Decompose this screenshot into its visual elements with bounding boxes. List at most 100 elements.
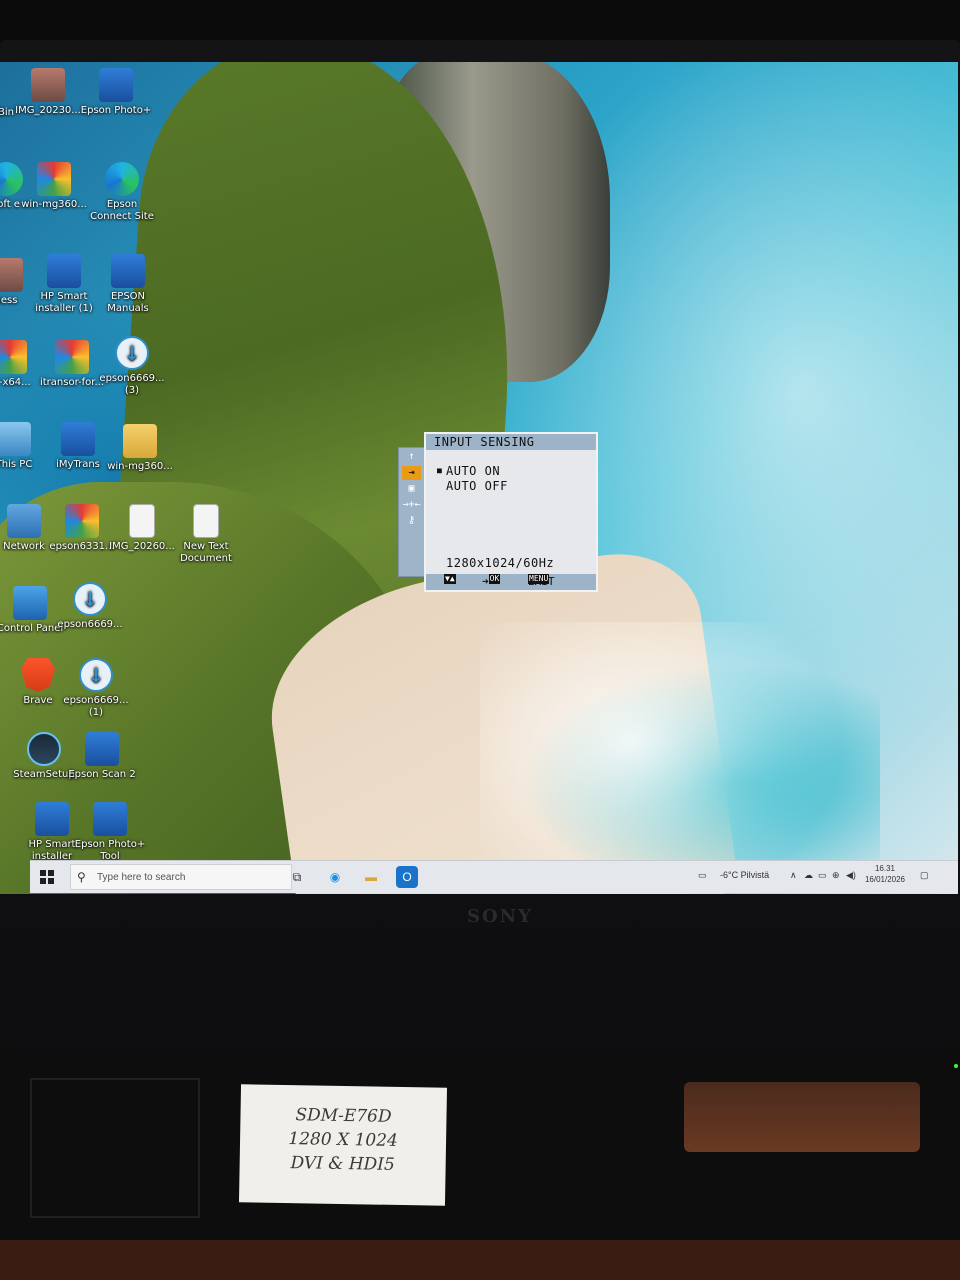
edge-taskbar-icon[interactable]: ◉ <box>324 866 346 888</box>
task-view-icon[interactable]: ⧉ <box>286 866 308 888</box>
manual-icon <box>111 254 145 288</box>
pc-icon <box>0 422 31 456</box>
desktop-icon-label: Brave <box>23 695 53 706</box>
desktop-icon-label: soft e <box>0 199 20 210</box>
desktop-icon-label: win-mg360... <box>21 199 87 210</box>
notification-icon[interactable]: ▢ <box>920 870 929 881</box>
volume-icon[interactable]: ◀) <box>846 870 856 881</box>
monitor-stand <box>30 1078 200 1218</box>
desktop-icon-label: win-mg360... <box>107 461 173 472</box>
app-icon <box>0 258 23 292</box>
brave-icon <box>21 658 55 692</box>
osd-position-icon[interactable]: →+← <box>402 498 421 512</box>
file-explorer-icon[interactable]: ▬ <box>360 866 382 888</box>
desktop-icon-epson6669-1[interactable]: epson6669... (1) <box>60 658 132 719</box>
archive-icon <box>0 340 27 374</box>
desktop-icon-label: Epson Scan 2 <box>68 769 136 780</box>
desktop-icon-img-2026[interactable]: IMG_20260... <box>106 504 178 553</box>
download-icon <box>115 336 149 370</box>
download-icon <box>79 658 113 692</box>
desktop-icon-img-2023[interactable]: IMG_20230... <box>12 68 84 117</box>
osd-ok-key: OK <box>488 574 501 584</box>
desktop-icon-label: ar-x64... <box>0 377 31 388</box>
osd-panel: INPUT SENSING AUTO ON AUTO OFF 1280x1024… <box>424 432 598 592</box>
osd-option-auto-on[interactable]: AUTO ON <box>437 464 500 478</box>
desktop-icon-epson-scan-2[interactable]: Epson Scan 2 <box>66 732 138 781</box>
archive-icon <box>123 424 157 458</box>
desktop-icon-label: Epson Photo+ Tool <box>74 839 146 862</box>
system-tray: ▭ -6°C Pilvistä ∧ ☁ ▭ ⊕ ◀) 16.31 16/01/2… <box>698 861 958 893</box>
desktop-icon-label: Epson Connect Site <box>90 199 154 222</box>
desktop-icon-label: iMyTrans <box>56 459 100 470</box>
onedrive-icon[interactable]: ☁ <box>804 870 813 881</box>
taskbar-clock[interactable]: 16.31 16/01/2026 <box>860 863 910 885</box>
desktop-icon-hp-smart-1[interactable]: HP Smart installer (1) <box>28 254 100 315</box>
desktop-icon-epson-photo-tool[interactable]: Epson Photo+ Tool <box>74 802 146 863</box>
desktop-icon-epson-connect[interactable]: Epson Connect Site <box>86 162 158 223</box>
edge-icon <box>105 162 139 196</box>
network-tray-icon[interactable]: ⊕ <box>832 870 840 881</box>
desktop-icon-epson6669-3[interactable]: epson6669... (3) <box>96 336 168 397</box>
installer-icon <box>65 504 99 538</box>
control-panel-icon <box>13 586 47 620</box>
desktop-icon-label: EPSON Manuals <box>107 291 149 314</box>
scanner-icon <box>85 732 119 766</box>
desktop-icon-epson6669[interactable]: epson6669... <box>54 582 126 631</box>
desktop-icon-win-mg360-2[interactable]: win-mg360... <box>104 424 176 473</box>
desktop-icon-new-text-document[interactable]: New Text Document <box>170 504 242 565</box>
download-icon <box>47 254 81 288</box>
tray-overflow-icon[interactable]: ∧ <box>790 870 797 881</box>
download-icon <box>35 802 69 836</box>
network-icon <box>7 504 41 538</box>
taskbar-search[interactable]: ⚲ Type here to search <box>70 864 292 890</box>
windows-logo-icon <box>40 878 46 884</box>
windows-logo-icon <box>48 878 54 884</box>
osd-menu-key: MENU <box>528 574 550 584</box>
osd-option-auto-off[interactable]: AUTO OFF <box>446 479 508 493</box>
installer-icon <box>37 162 71 196</box>
weather-icon[interactable]: ▭ <box>698 870 707 881</box>
desktop-icon-label: epson6669... <box>57 619 123 630</box>
document-icon <box>129 504 155 538</box>
desktop-icon-label: HP Smart installer (1) <box>35 291 93 314</box>
app-icon <box>61 422 95 456</box>
desktop-icon-win-mg360[interactable]: win-mg360... <box>18 162 90 211</box>
clock-date: 16/01/2026 <box>864 875 906 884</box>
outlook-icon[interactable]: O <box>396 866 418 888</box>
desktop-icon-label: HP Smart installer <box>28 839 76 862</box>
windows-logo-icon <box>40 870 46 876</box>
desktop-icon-epson-manuals[interactable]: EPSON Manuals <box>92 254 164 315</box>
osd-footer: ▼▲ ➜OK EXITMENU <box>426 574 596 590</box>
desktop-icon-label: New Text Document <box>180 541 232 564</box>
desktop-icon-epson-photo[interactable]: Epson Photo+ <box>80 68 152 117</box>
desk-reflection <box>684 1082 920 1152</box>
sticky-note-line: SDM-E76D <box>295 1105 392 1127</box>
taskbar: ⚲ Type here to search ⧉ ◉ ▬ O ▭ -6°C Pil… <box>30 860 958 893</box>
photo-icon <box>31 68 65 102</box>
osd-ok-hint: ➜ OK <box>482 574 501 588</box>
osd-key-icon[interactable]: ⚷ <box>402 514 421 528</box>
battery-icon[interactable]: ▭ <box>818 870 827 881</box>
desktop-icon-label: IMG_20230... <box>15 105 81 116</box>
osd-picture-icon[interactable]: ▣ <box>402 482 421 496</box>
search-placeholder: Type here to search <box>97 872 186 883</box>
desktop-icon-label: Epson Photo+ <box>80 105 152 116</box>
clock-time: 16.31 <box>874 864 896 873</box>
osd-up-arrow-icon[interactable]: ↑ <box>402 450 421 464</box>
osd-resolution: 1280x1024/60Hz <box>446 556 555 570</box>
sticky-note: SDM-E76D 1280 X 1024 DVI & HDI5 <box>238 1084 448 1206</box>
osd-input-icon[interactable]: ⇥ <box>402 466 421 480</box>
desktop-icon-label: epson6331... <box>49 541 115 552</box>
desktop-icon-label: itransor-for... <box>39 377 105 388</box>
sticky-note-line: DVI & HDI5 <box>290 1153 395 1175</box>
weather-text[interactable]: -6°C Pilvistä <box>720 870 769 880</box>
desktop-icon-label: epson6669... (1) <box>63 695 129 718</box>
document-icon <box>193 504 219 538</box>
steam-icon <box>27 732 61 766</box>
osd-title: INPUT SENSING <box>426 434 596 450</box>
osd-sidebar: ↑ ⇥ ▣ →+← ⚷ <box>398 447 425 577</box>
sticky-note-line: 1280 X 1024 <box>288 1129 398 1151</box>
desktop-icon-label: IMG_20260... <box>109 541 175 552</box>
start-button[interactable] <box>40 870 54 884</box>
search-icon: ⚲ <box>77 870 86 884</box>
